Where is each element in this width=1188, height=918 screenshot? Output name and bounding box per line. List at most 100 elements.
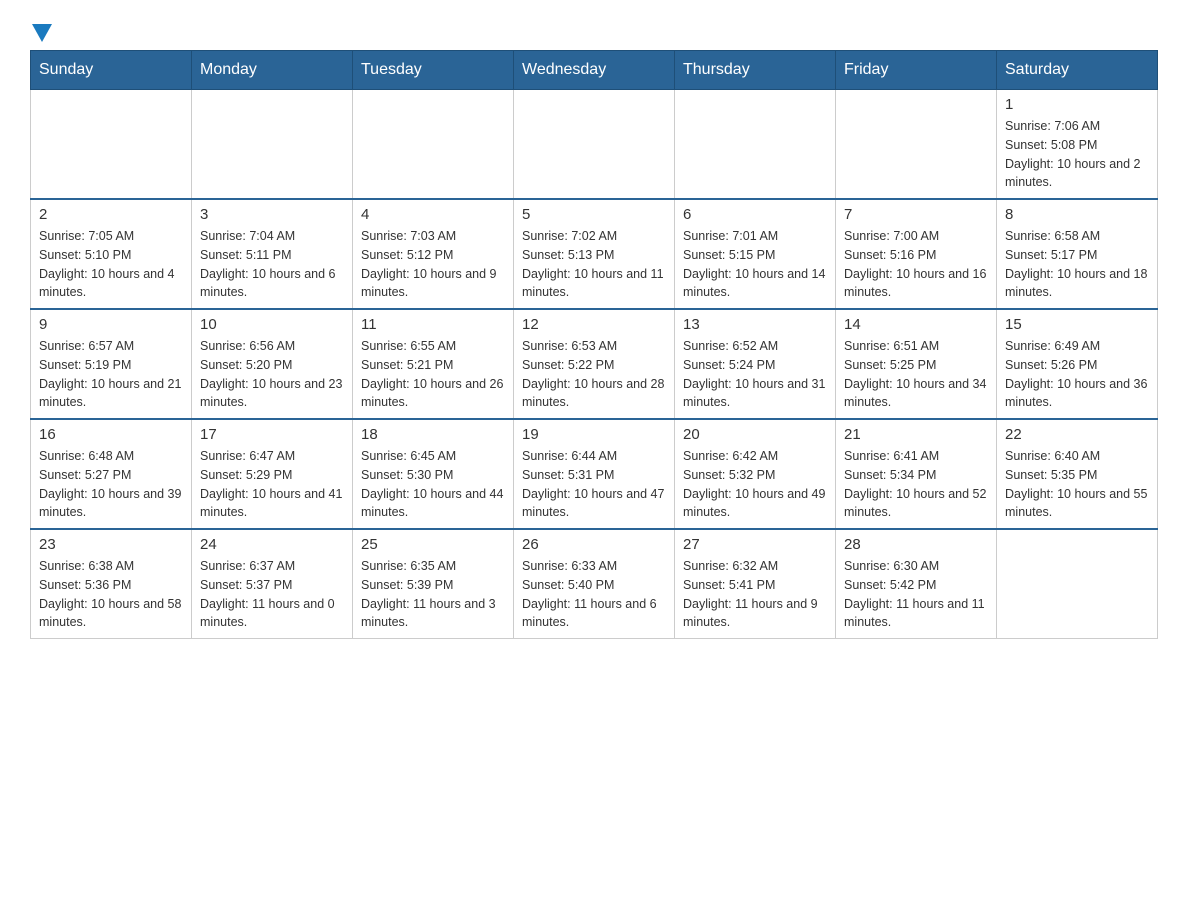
day-header-sunday: Sunday bbox=[31, 51, 192, 90]
calendar-cell: 22 Sunrise: 6:40 AM Sunset: 5:35 PM Dayli… bbox=[997, 419, 1158, 529]
day-info: Sunrise: 6:42 AM Sunset: 5:32 PM Dayligh… bbox=[683, 447, 827, 522]
day-info: Sunrise: 6:48 AM Sunset: 5:27 PM Dayligh… bbox=[39, 447, 183, 522]
day-info: Sunrise: 7:01 AM Sunset: 5:15 PM Dayligh… bbox=[683, 227, 827, 302]
day-info: Sunrise: 7:06 AM Sunset: 5:08 PM Dayligh… bbox=[1005, 117, 1149, 192]
calendar-cell: 23 Sunrise: 6:38 AM Sunset: 5:36 PM Dayli… bbox=[31, 529, 192, 639]
calendar-cell: 25 Sunrise: 6:35 AM Sunset: 5:39 PM Dayli… bbox=[353, 529, 514, 639]
day-info: Sunrise: 6:40 AM Sunset: 5:35 PM Dayligh… bbox=[1005, 447, 1149, 522]
day-number: 21 bbox=[844, 426, 988, 443]
calendar-cell bbox=[31, 90, 192, 200]
day-number: 23 bbox=[39, 536, 183, 553]
calendar-week-row: 2 Sunrise: 7:05 AM Sunset: 5:10 PM Daylig… bbox=[31, 199, 1158, 309]
day-number: 24 bbox=[200, 536, 344, 553]
calendar-cell: 7 Sunrise: 7:00 AM Sunset: 5:16 PM Daylig… bbox=[836, 199, 997, 309]
calendar-cell: 17 Sunrise: 6:47 AM Sunset: 5:29 PM Dayli… bbox=[192, 419, 353, 529]
day-number: 18 bbox=[361, 426, 505, 443]
day-info: Sunrise: 6:51 AM Sunset: 5:25 PM Dayligh… bbox=[844, 337, 988, 412]
day-header-tuesday: Tuesday bbox=[353, 51, 514, 90]
calendar-week-row: 16Sunrise: 6:48 AM Sunset: 5:27 PM Dayli… bbox=[31, 419, 1158, 529]
day-number: 28 bbox=[844, 536, 988, 553]
day-number: 27 bbox=[683, 536, 827, 553]
calendar-cell: 11 Sunrise: 6:55 AM Sunset: 5:21 PM Dayli… bbox=[353, 309, 514, 419]
day-info: Sunrise: 6:44 AM Sunset: 5:31 PM Dayligh… bbox=[522, 447, 666, 522]
calendar-cell: 21 Sunrise: 6:41 AM Sunset: 5:34 PM Dayli… bbox=[836, 419, 997, 529]
calendar-cell: 3 Sunrise: 7:04 AM Sunset: 5:11 PM Daylig… bbox=[192, 199, 353, 309]
day-number: 2 bbox=[39, 206, 183, 223]
day-info: Sunrise: 6:41 AM Sunset: 5:34 PM Dayligh… bbox=[844, 447, 988, 522]
day-info: Sunrise: 6:53 AM Sunset: 5:22 PM Dayligh… bbox=[522, 337, 666, 412]
calendar-table: SundayMondayTuesdayWednesdayThursdayFrid… bbox=[30, 50, 1158, 639]
day-info: Sunrise: 6:49 AM Sunset: 5:26 PM Dayligh… bbox=[1005, 337, 1149, 412]
day-info: Sunrise: 6:37 AM Sunset: 5:37 PM Dayligh… bbox=[200, 557, 344, 632]
day-number: 8 bbox=[1005, 206, 1149, 223]
day-number: 17 bbox=[200, 426, 344, 443]
day-info: Sunrise: 6:52 AM Sunset: 5:24 PM Dayligh… bbox=[683, 337, 827, 412]
day-number: 10 bbox=[200, 316, 344, 333]
day-info: Sunrise: 6:58 AM Sunset: 5:17 PM Dayligh… bbox=[1005, 227, 1149, 302]
calendar-cell: 14 Sunrise: 6:51 AM Sunset: 5:25 PM Dayli… bbox=[836, 309, 997, 419]
day-number: 7 bbox=[844, 206, 988, 223]
calendar-cell: 13 Sunrise: 6:52 AM Sunset: 5:24 PM Dayli… bbox=[675, 309, 836, 419]
day-header-wednesday: Wednesday bbox=[514, 51, 675, 90]
day-number: 13 bbox=[683, 316, 827, 333]
day-info: Sunrise: 6:57 AM Sunset: 5:19 PM Dayligh… bbox=[39, 337, 183, 412]
calendar-cell: 18 Sunrise: 6:45 AM Sunset: 5:30 PM Dayli… bbox=[353, 419, 514, 529]
calendar-cell: 15 Sunrise: 6:49 AM Sunset: 5:26 PM Dayli… bbox=[997, 309, 1158, 419]
calendar-cell: 10 Sunrise: 6:56 AM Sunset: 5:20 PM Dayli… bbox=[192, 309, 353, 419]
day-info: Sunrise: 6:55 AM Sunset: 5:21 PM Dayligh… bbox=[361, 337, 505, 412]
day-number: 14 bbox=[844, 316, 988, 333]
day-number: 12 bbox=[522, 316, 666, 333]
day-info: Sunrise: 6:33 AM Sunset: 5:40 PM Dayligh… bbox=[522, 557, 666, 632]
day-number: 6 bbox=[683, 206, 827, 223]
day-number: 3 bbox=[200, 206, 344, 223]
calendar-week-row: 9 Sunrise: 6:57 AM Sunset: 5:19 PM Daylig… bbox=[31, 309, 1158, 419]
calendar-cell bbox=[192, 90, 353, 200]
day-header-friday: Friday bbox=[836, 51, 997, 90]
calendar-cell bbox=[675, 90, 836, 200]
calendar-week-row: 1 Sunrise: 7:06 AM Sunset: 5:08 PM Daylig… bbox=[31, 90, 1158, 200]
day-number: 25 bbox=[361, 536, 505, 553]
day-header-monday: Monday bbox=[192, 51, 353, 90]
day-info: Sunrise: 6:45 AM Sunset: 5:30 PM Dayligh… bbox=[361, 447, 505, 522]
day-header-thursday: Thursday bbox=[675, 51, 836, 90]
calendar-cell: 12 Sunrise: 6:53 AM Sunset: 5:22 PM Dayli… bbox=[514, 309, 675, 419]
calendar-cell: 8 Sunrise: 6:58 AM Sunset: 5:17 PM Daylig… bbox=[997, 199, 1158, 309]
calendar-cell: 16Sunrise: 6:48 AM Sunset: 5:27 PM Dayli… bbox=[31, 419, 192, 529]
day-number: 15 bbox=[1005, 316, 1149, 333]
day-info: Sunrise: 7:05 AM Sunset: 5:10 PM Dayligh… bbox=[39, 227, 183, 302]
page-header bbox=[30, 20, 1158, 40]
calendar-cell: 19 Sunrise: 6:44 AM Sunset: 5:31 PM Dayli… bbox=[514, 419, 675, 529]
calendar-cell bbox=[836, 90, 997, 200]
day-info: Sunrise: 6:35 AM Sunset: 5:39 PM Dayligh… bbox=[361, 557, 505, 632]
calendar-header-row: SundayMondayTuesdayWednesdayThursdayFrid… bbox=[31, 51, 1158, 90]
calendar-week-row: 23 Sunrise: 6:38 AM Sunset: 5:36 PM Dayli… bbox=[31, 529, 1158, 639]
calendar-cell: 27 Sunrise: 6:32 AM Sunset: 5:41 PM Dayli… bbox=[675, 529, 836, 639]
calendar-cell: 28Sunrise: 6:30 AM Sunset: 5:42 PM Dayli… bbox=[836, 529, 997, 639]
calendar-cell: 5Sunrise: 7:02 AM Sunset: 5:13 PM Daylig… bbox=[514, 199, 675, 309]
day-number: 22 bbox=[1005, 426, 1149, 443]
day-info: Sunrise: 7:04 AM Sunset: 5:11 PM Dayligh… bbox=[200, 227, 344, 302]
day-header-saturday: Saturday bbox=[997, 51, 1158, 90]
day-number: 9 bbox=[39, 316, 183, 333]
day-number: 4 bbox=[361, 206, 505, 223]
day-info: Sunrise: 6:56 AM Sunset: 5:20 PM Dayligh… bbox=[200, 337, 344, 412]
calendar-cell: 20 Sunrise: 6:42 AM Sunset: 5:32 PM Dayli… bbox=[675, 419, 836, 529]
calendar-cell: 1 Sunrise: 7:06 AM Sunset: 5:08 PM Daylig… bbox=[997, 90, 1158, 200]
day-info: Sunrise: 6:38 AM Sunset: 5:36 PM Dayligh… bbox=[39, 557, 183, 632]
calendar-cell: 9 Sunrise: 6:57 AM Sunset: 5:19 PM Daylig… bbox=[31, 309, 192, 419]
day-number: 11 bbox=[361, 316, 505, 333]
day-info: Sunrise: 6:32 AM Sunset: 5:41 PM Dayligh… bbox=[683, 557, 827, 632]
calendar-cell bbox=[997, 529, 1158, 639]
day-number: 26 bbox=[522, 536, 666, 553]
logo-arrow-icon bbox=[32, 24, 52, 42]
calendar-cell: 2 Sunrise: 7:05 AM Sunset: 5:10 PM Daylig… bbox=[31, 199, 192, 309]
day-info: Sunrise: 7:00 AM Sunset: 5:16 PM Dayligh… bbox=[844, 227, 988, 302]
day-number: 19 bbox=[522, 426, 666, 443]
day-info: Sunrise: 6:47 AM Sunset: 5:29 PM Dayligh… bbox=[200, 447, 344, 522]
day-number: 5 bbox=[522, 206, 666, 223]
logo bbox=[30, 20, 52, 40]
day-number: 1 bbox=[1005, 96, 1149, 113]
calendar-cell bbox=[514, 90, 675, 200]
day-info: Sunrise: 7:03 AM Sunset: 5:12 PM Dayligh… bbox=[361, 227, 505, 302]
day-number: 20 bbox=[683, 426, 827, 443]
